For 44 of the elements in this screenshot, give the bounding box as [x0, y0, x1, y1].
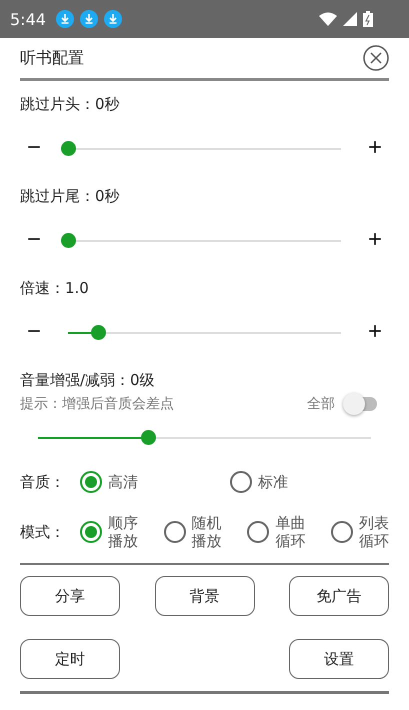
radio-option[interactable]: 高清 — [80, 471, 230, 493]
radio-icon — [247, 521, 270, 543]
hint-text: 提示：增强后音质会差点 — [20, 395, 174, 413]
action-button[interactable]: 定时 — [20, 639, 120, 679]
minus-button[interactable]: − — [20, 134, 48, 162]
setting-label: 跳过片头：0秒 — [20, 94, 121, 115]
slider-thumb[interactable] — [140, 430, 156, 444]
dialog-title: 听书配置 — [20, 48, 84, 68]
clock: 5:44 — [10, 10, 46, 28]
plus-button[interactable]: + — [361, 226, 389, 254]
radio-group-label: 音质： — [20, 472, 66, 492]
radio-icon — [230, 471, 252, 493]
radio-option[interactable]: 标准 — [230, 471, 380, 493]
action-button[interactable]: 设置 — [289, 639, 389, 679]
toggle-label: 全部 — [307, 395, 335, 413]
radio-icon — [80, 521, 102, 543]
plus-button[interactable]: + — [361, 134, 389, 162]
action-button[interactable]: 分享 — [20, 576, 120, 616]
action-button[interactable]: 背景 — [154, 576, 254, 616]
signal-icon — [343, 12, 357, 26]
minus-button[interactable]: − — [20, 226, 48, 254]
download-icon — [104, 10, 122, 28]
radio-option[interactable]: 随机播放 — [164, 514, 222, 550]
slider-thumb[interactable] — [61, 232, 76, 248]
radio-icon — [164, 521, 186, 543]
download-icon — [80, 10, 98, 28]
download-icon — [56, 10, 74, 28]
slider-thumb[interactable] — [91, 324, 106, 340]
close-icon[interactable] — [363, 45, 389, 71]
radio-icon — [80, 471, 102, 493]
minus-button[interactable]: − — [20, 318, 48, 346]
plus-button[interactable]: + — [361, 318, 389, 346]
radio-group-label: 模式： — [20, 522, 66, 542]
action-button[interactable]: 免广告 — [289, 576, 389, 616]
slider-thumb[interactable] — [61, 140, 76, 156]
setting-label: 倍速：1.0 — [20, 278, 90, 299]
radio-option[interactable]: 单曲循环 — [247, 514, 306, 550]
radio-option[interactable]: 顺序播放 — [80, 514, 138, 550]
wifi-icon — [319, 12, 337, 26]
battery-icon — [363, 11, 373, 27]
radio-option[interactable]: 列表循环 — [330, 514, 389, 550]
setting-label: 跳过片尾：0秒 — [20, 186, 121, 207]
radio-icon — [330, 521, 353, 543]
setting-label: 音量增强/减弱：0级 — [20, 370, 156, 391]
